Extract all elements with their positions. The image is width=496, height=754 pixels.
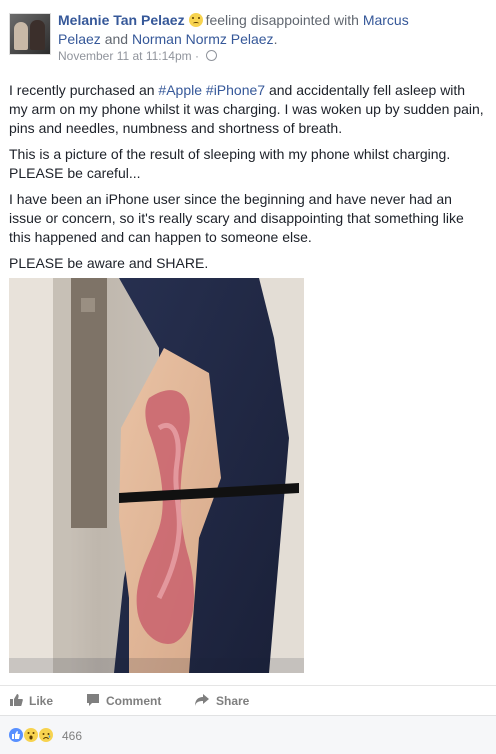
- thumbs-up-icon: [9, 693, 23, 710]
- post-paragraph-1: I recently purchased an #Apple #iPhone7 …: [9, 81, 487, 138]
- avatar-figure-left: [14, 22, 28, 50]
- wow-icon: [24, 728, 38, 742]
- post-paragraph-4: PLEASE be aware and SHARE.: [9, 255, 209, 271]
- sad-icon: [39, 728, 53, 742]
- share-label: Share: [216, 694, 250, 708]
- globe-icon[interactable]: [206, 50, 218, 61]
- post-header: Melanie Tan Pelaez feeling disappointed w…: [9, 9, 489, 65]
- and-text: and: [104, 31, 129, 47]
- burned-arm-photo: [9, 278, 304, 673]
- hashtag-apple-link[interactable]: #Apple: [158, 82, 202, 98]
- post-timestamp-link[interactable]: November 11 at 11:14pm: [58, 49, 192, 63]
- like-icon: [9, 728, 23, 742]
- tagged-friend-1-last-link[interactable]: Pelaez: [58, 31, 101, 47]
- post-paragraph-2: This is a picture of the result of sleep…: [9, 146, 451, 181]
- tagged-friend-2-link[interactable]: Norman Normz Pelaez: [132, 31, 274, 47]
- reactions-summary[interactable]: 466: [0, 715, 496, 754]
- disappointed-emoji-icon: [188, 13, 203, 27]
- post-paragraph-3: I have been an iPhone user since the beg…: [9, 191, 464, 245]
- like-button[interactable]: Like: [9, 693, 53, 710]
- post-header-text: Melanie Tan Pelaez feeling disappointed w…: [58, 11, 478, 49]
- meta-separator: ·: [194, 49, 199, 63]
- hashtag-iphone7-link[interactable]: #iPhone7: [206, 82, 265, 98]
- reaction-count[interactable]: 466: [62, 729, 82, 743]
- tagged-friend-1-first-link[interactable]: Marcus: [363, 12, 409, 28]
- header-period: .: [273, 31, 278, 47]
- post-actions-bar: Like Comment Share: [0, 685, 496, 714]
- comment-button[interactable]: Comment: [86, 693, 161, 710]
- post-meta: November 11 at 11:14pm ·: [58, 49, 218, 63]
- comment-icon: [86, 693, 100, 710]
- like-label: Like: [29, 694, 54, 708]
- facebook-post: Melanie Tan Pelaez feeling disappointed w…: [0, 0, 496, 754]
- avatar-figure-right: [30, 20, 45, 50]
- comment-label: Comment: [106, 694, 162, 708]
- paragraph-1-start: I recently purchased an: [9, 82, 155, 98]
- share-button[interactable]: Share: [194, 693, 249, 710]
- feeling-text: feeling disappointed with: [205, 12, 359, 28]
- post-body: I recently purchased an #Apple #iPhone7 …: [9, 81, 487, 280]
- author-avatar[interactable]: [9, 13, 51, 55]
- share-arrow-icon: [194, 693, 210, 710]
- author-name-link[interactable]: Melanie Tan Pelaez: [58, 12, 185, 28]
- post-photo[interactable]: [9, 278, 304, 673]
